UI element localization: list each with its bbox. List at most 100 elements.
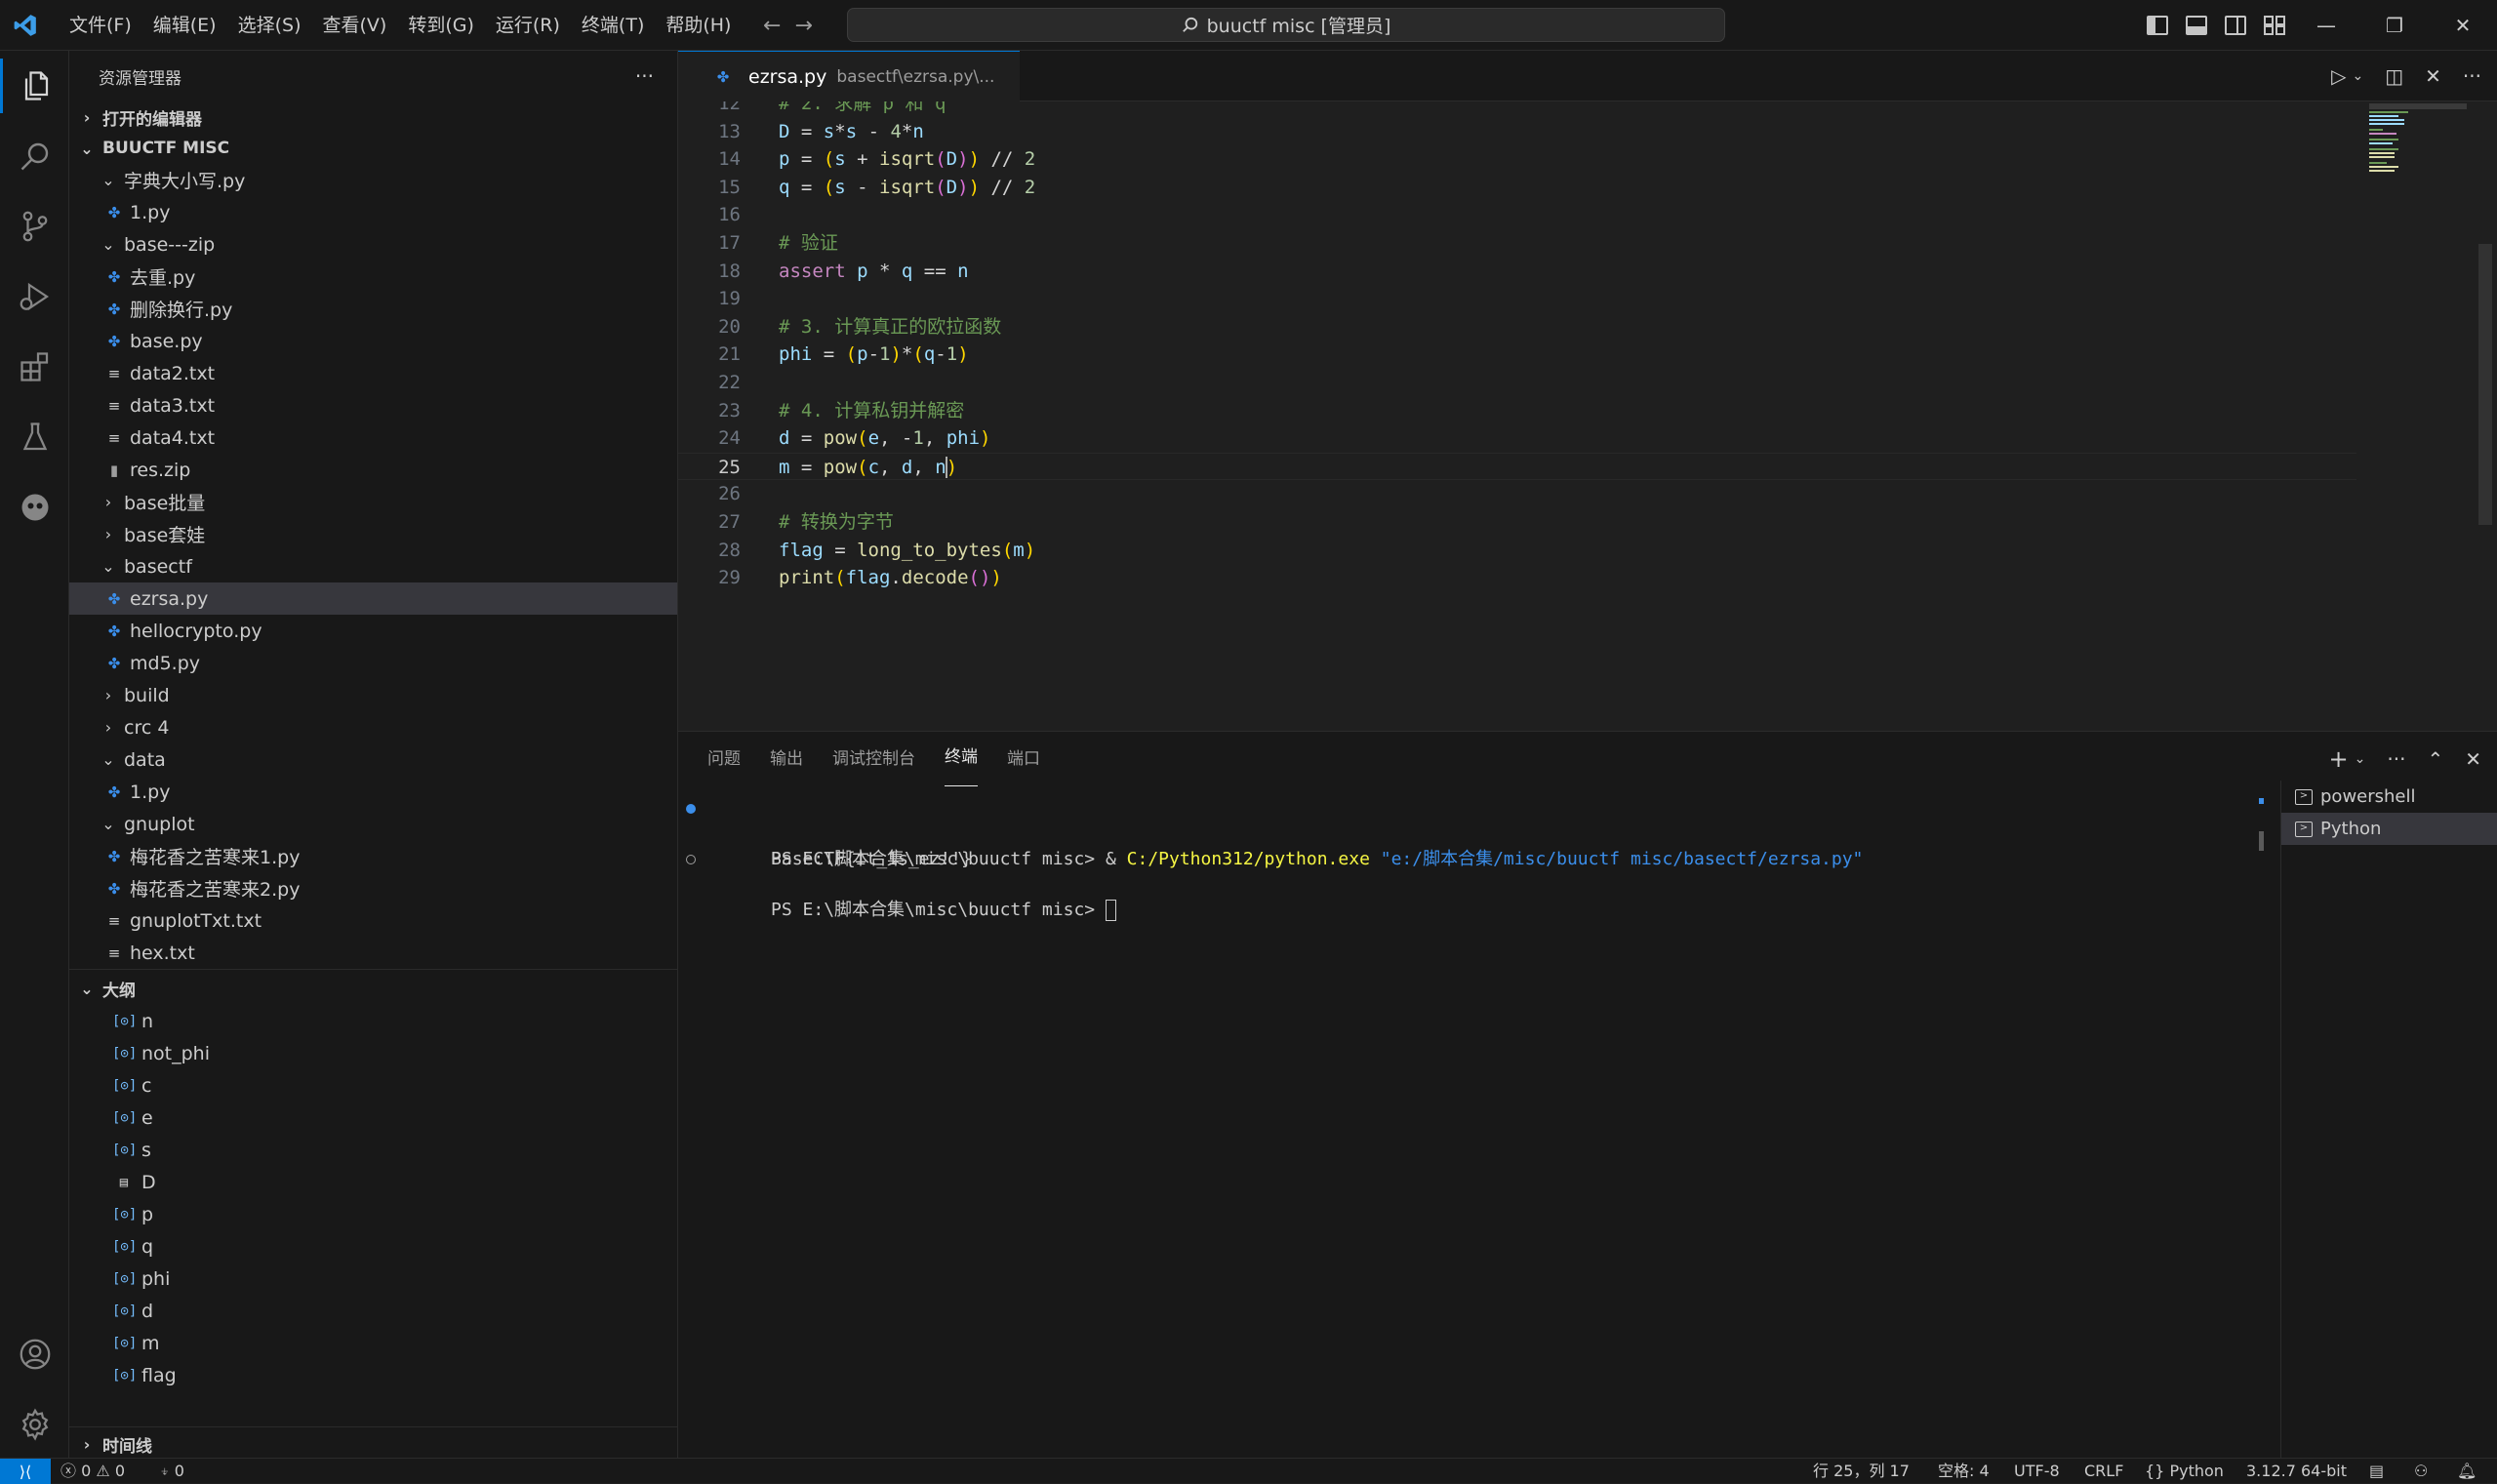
more-actions-icon[interactable]: ··· (635, 64, 654, 88)
outline-item[interactable]: [⊙] p (69, 1198, 677, 1230)
tree-folder[interactable]: ⌄ gnuplot (69, 808, 677, 840)
tree-file[interactable]: ✤ 1.py (69, 196, 677, 228)
tree-file[interactable]: ✤ 去重.py (69, 261, 677, 293)
tree-folder[interactable]: ⌄ data (69, 743, 677, 776)
source-control-icon[interactable] (0, 191, 69, 261)
workspace-section[interactable]: ⌄ BUUCTF MISC (69, 133, 677, 164)
menu-item[interactable]: 选择(S) (227, 0, 312, 51)
command-success-dot-icon[interactable] (686, 804, 696, 814)
close-panel-icon[interactable]: ✕ (2465, 747, 2481, 771)
minimize-button[interactable]: — (2292, 0, 2360, 51)
outline-item[interactable]: [⊙] not_phi (69, 1037, 677, 1069)
code-line[interactable]: 15 q = (s - isqrt(D)) // 2 (678, 174, 2356, 201)
outline-item[interactable]: [⊙] s (69, 1134, 677, 1166)
remote-indicator-icon[interactable]: ⟩⟨ (0, 1459, 51, 1484)
tree-file[interactable]: ≡ data2.txt (69, 357, 677, 389)
outline-item[interactable]: [⊙] q (69, 1230, 677, 1263)
tree-file[interactable]: ✤ ezrsa.py (69, 582, 677, 615)
command-pending-dot-icon[interactable] (686, 855, 696, 864)
maximize-panel-chevron-up-icon[interactable]: ⌃ (2427, 747, 2443, 771)
menu-item[interactable]: 转到(G) (397, 0, 485, 51)
toggle-secondary-sidebar-icon[interactable] (2225, 16, 2246, 35)
outline-item[interactable]: [⊙] c (69, 1069, 677, 1102)
extensions-icon[interactable] (0, 332, 69, 402)
terminal-dropdown-chevron-icon[interactable]: ⌄ (2355, 751, 2366, 767)
toggle-panel-icon[interactable] (2186, 16, 2207, 35)
editor-more-icon[interactable]: ··· (2463, 64, 2481, 88)
terminal-instance[interactable]: > Python (2281, 813, 2497, 845)
minimap[interactable] (2369, 101, 2477, 180)
panel-more-icon[interactable]: ··· (2387, 747, 2405, 771)
line-ending[interactable]: CRLF (2084, 1459, 2123, 1484)
code-line[interactable]: 28 flag = long_to_bytes(m) (678, 537, 2356, 564)
notifications-bell-icon[interactable]: 🔔︎ (2457, 1459, 2477, 1484)
editor-scrollbar[interactable] (2478, 244, 2492, 525)
run-dropdown-chevron-icon[interactable]: ⌄ (2353, 68, 2364, 84)
panel-tab[interactable]: 调试控制台 (832, 732, 915, 786)
search-icon[interactable] (0, 121, 69, 191)
github-copilot-icon[interactable] (0, 472, 69, 542)
open-editors-section[interactable]: › 打开的编辑器 (69, 101, 677, 133)
tree-file[interactable]: ✤ base.py (69, 325, 677, 357)
tree-file[interactable]: ≡ hex.txt (69, 937, 677, 969)
tree-file[interactable]: ≡ data4.txt (69, 421, 677, 454)
menu-item[interactable]: 查看(V) (312, 0, 398, 51)
panel-tab[interactable]: 端口 (1007, 732, 1040, 786)
code-line[interactable]: 20 # 3. 计算真正的欧拉函数 (678, 313, 2356, 341)
tree-folder[interactable]: › crc 4 (69, 711, 677, 743)
code-line[interactable]: 24 d = pow(e, -1, phi) (678, 424, 2356, 452)
outline-item[interactable]: [⊙] d (69, 1295, 677, 1327)
problems-status[interactable]: ⓧ 0 ⚠ 0 (60, 1459, 125, 1484)
back-arrow-icon[interactable]: ← (763, 14, 781, 38)
code-line[interactable]: 21 phi = (p-1)*(q-1) (678, 341, 2356, 368)
tree-folder[interactable]: › base批量 (69, 486, 677, 518)
tree-file[interactable]: ▮ res.zip (69, 454, 677, 486)
code-line[interactable]: 27 # 转换为字节 (678, 508, 2356, 536)
code-line[interactable]: 12 # 2. 求解 p 和 q (678, 101, 2356, 117)
code-editor[interactable]: 12 # 2. 求解 p 和 q 13 D = s*s - 4*n 14 p = (s +… (678, 101, 2497, 731)
settings-gear-icon[interactable] (0, 1389, 69, 1460)
menu-item[interactable]: 文件(F) (59, 0, 142, 51)
outline-item[interactable]: [⊙] m (69, 1327, 677, 1359)
code-line[interactable]: 18 assert p * q == n (678, 258, 2356, 285)
tree-file[interactable]: ✤ 1.py (69, 776, 677, 808)
menu-item[interactable]: 编辑(E) (142, 0, 227, 51)
menu-item[interactable]: 终端(T) (571, 0, 655, 51)
code-line[interactable]: 14 p = (s + isqrt(D)) // 2 (678, 145, 2356, 173)
outline-item[interactable]: [⊙] n (69, 1005, 677, 1037)
tree-folder[interactable]: ⌄ 字典大小写.py (69, 164, 677, 196)
outline-item[interactable]: [⊙] flag (69, 1359, 677, 1391)
tree-file[interactable]: ✤ 删除换行.py (69, 293, 677, 325)
close-window-button[interactable]: ✕ (2429, 0, 2497, 51)
tree-file[interactable]: ≡ data3.txt (69, 389, 677, 421)
customize-layout-icon[interactable] (2264, 16, 2285, 35)
python-interpreter[interactable]: 3.12.7 64-bit (2246, 1459, 2347, 1484)
outline-section[interactable]: ⌄ 大纲 (69, 972, 677, 1005)
close-editor-icon[interactable]: ✕ (2425, 64, 2441, 88)
outline-item[interactable]: [⊙] e (69, 1102, 677, 1134)
explorer-icon[interactable] (0, 51, 69, 121)
code-line[interactable]: 25 m = pow(c, d, n) (678, 452, 2356, 480)
outline-item[interactable]: ▤ D (69, 1166, 677, 1198)
tree-folder[interactable]: › base套娃 (69, 518, 677, 550)
tree-file[interactable]: ✤ hellocrypto.py (69, 615, 677, 647)
tree-file[interactable]: ≡ gnuplotTxt.txt (69, 904, 677, 937)
terminal-instance[interactable]: > powershell (2281, 781, 2497, 813)
forward-arrow-icon[interactable]: → (794, 14, 812, 38)
indentation[interactable]: 空格: 4 (1938, 1459, 1990, 1484)
tab-ezrsa[interactable]: ✤ ezrsa.py basectf\ezrsa.py\... (678, 51, 1021, 101)
tree-file[interactable]: ✤ 梅花香之苦寒来1.py (69, 840, 677, 872)
code-line[interactable]: 17 # 验证 (678, 229, 2356, 257)
code-line[interactable]: 19 (678, 285, 2356, 312)
toggle-primary-sidebar-icon[interactable] (2147, 16, 2168, 35)
ports-status[interactable]: ⍖ 0 (160, 1459, 184, 1484)
tree-folder[interactable]: › build (69, 679, 677, 711)
code-line[interactable]: 23 # 4. 计算私钥并解密 (678, 397, 2356, 424)
tree-file[interactable]: ✤ md5.py (69, 647, 677, 679)
panel-tab[interactable]: 问题 (707, 732, 741, 786)
code-line[interactable]: 16 (678, 201, 2356, 228)
terminal-output[interactable]: PS E:\脚本合集\misc\buuctf misc> & C:/Python… (678, 796, 2264, 1440)
python-env-icon[interactable]: ▤ (2369, 1459, 2384, 1484)
menu-item[interactable]: 运行(R) (485, 0, 571, 51)
accounts-icon[interactable] (0, 1319, 69, 1389)
